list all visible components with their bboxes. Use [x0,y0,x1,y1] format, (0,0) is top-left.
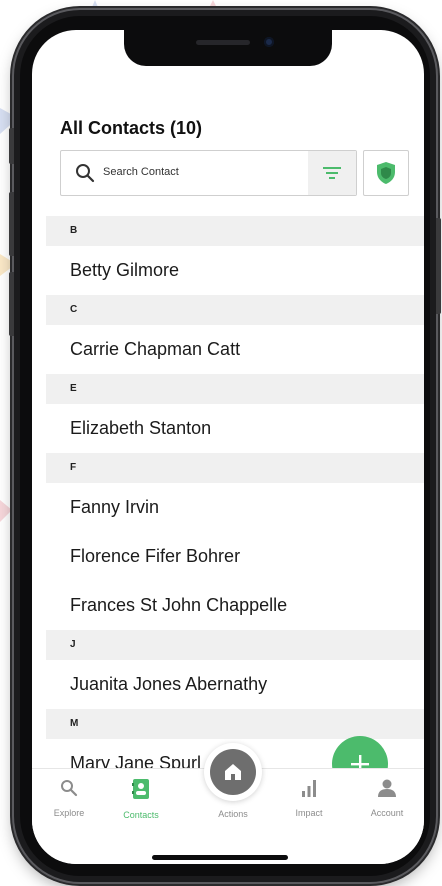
person-icon [378,779,396,797]
section-header: C [46,295,424,325]
volume-up-button [9,192,14,256]
mute-switch [9,128,14,164]
search-icon [61,780,78,797]
search-input[interactable]: Search Contact [103,166,179,178]
filter-button[interactable] [308,151,356,195]
contacts-icon [132,779,149,799]
contact-item[interactable]: Frances St John Chappelle [46,581,424,630]
contact-item[interactable]: Juanita Jones Abernathy [46,660,424,709]
home-button-inner [210,749,256,795]
tab-label: Impact [295,808,323,818]
contacts-list: B Betty Gilmore C Carrie Chapman Catt E … [46,216,424,788]
contact-item[interactable]: Elizabeth Stanton [46,404,424,453]
bar-chart-icon [302,780,316,797]
camera [264,37,274,47]
section-header: E [46,374,424,404]
star-decoration-icon [0,500,12,522]
tab-account[interactable]: Account [352,779,422,818]
home-indicator[interactable] [152,855,288,860]
tab-contacts[interactable]: Contacts [106,779,176,820]
section-header: B [46,216,424,246]
speaker [196,40,250,45]
notch [124,30,332,66]
app-screen: All Contacts (10) Search Contact B Betty… [32,30,424,864]
tab-label: Contacts [123,810,159,820]
search-icon [76,164,95,183]
filter-icon [323,167,341,179]
tab-label: Account [370,808,404,818]
contact-item[interactable]: Betty Gilmore [46,246,424,295]
contact-item[interactable]: Fanny Irvin [46,483,424,532]
search-bar[interactable]: Search Contact [60,150,357,196]
tab-label: Explore [53,808,85,818]
power-button [436,218,441,314]
tab-bar: Explore Contacts Actions Impact Account [32,743,424,864]
home-button[interactable] [204,743,262,801]
shield-icon [377,162,395,184]
contact-item[interactable]: Carrie Chapman Catt [46,325,424,374]
section-header: J [46,630,424,660]
page-title: All Contacts (10) [60,118,203,138]
tab-impact[interactable]: Impact [274,779,344,818]
tab-explore[interactable]: Explore [34,779,104,818]
tab-label: Actions [218,809,248,819]
contact-item[interactable]: Florence Fifer Bohrer [46,532,424,581]
section-header: F [46,453,424,483]
section-header: M [46,709,424,739]
volume-down-button [9,272,14,336]
home-icon [225,764,241,780]
shield-button[interactable] [363,150,409,196]
